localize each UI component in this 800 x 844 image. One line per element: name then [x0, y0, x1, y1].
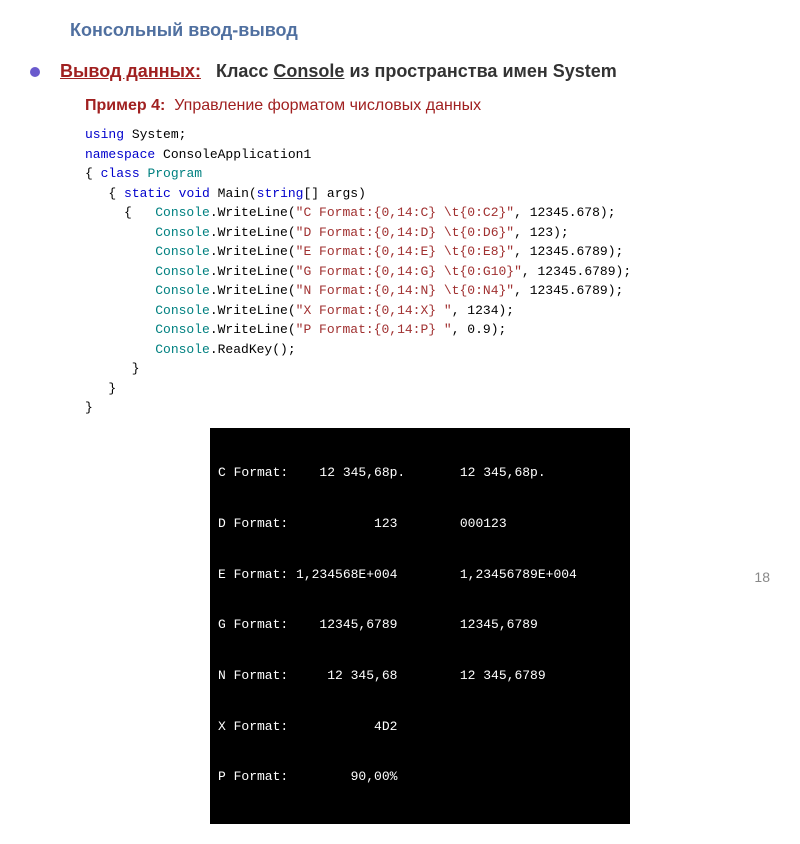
console-row: P Format: 90,00%: [218, 769, 622, 786]
console-output: C Format: 12 345,68p. 12 345,68p. D Form…: [210, 428, 630, 824]
console-row: E Format: 1,234568E+004 1,23456789E+004: [218, 567, 622, 584]
output-label: Вывод данных:: [60, 61, 201, 82]
console-row: D Format: 123 000123: [218, 516, 622, 533]
example-row: Пример 4: Управление форматом числовых д…: [85, 97, 770, 115]
slide-title: Консольный ввод-вывод: [70, 20, 770, 41]
output-desc: Класс Console из пространства имен Syste…: [216, 61, 617, 82]
example-label: Пример 4:: [85, 97, 165, 114]
page-number: 18: [754, 569, 770, 585]
console-row: C Format: 12 345,68p. 12 345,68p.: [218, 465, 622, 482]
console-row: G Format: 12345,6789 12345,6789: [218, 617, 622, 634]
code-block: using System; namespace ConsoleApplicati…: [85, 125, 770, 418]
console-row: N Format: 12 345,68 12 345,6789: [218, 668, 622, 685]
subtitle-row: Вывод данных: Класс Console из пространс…: [30, 61, 770, 82]
console-row: X Format: 4D2: [218, 719, 622, 736]
bullet-icon: [30, 67, 40, 77]
